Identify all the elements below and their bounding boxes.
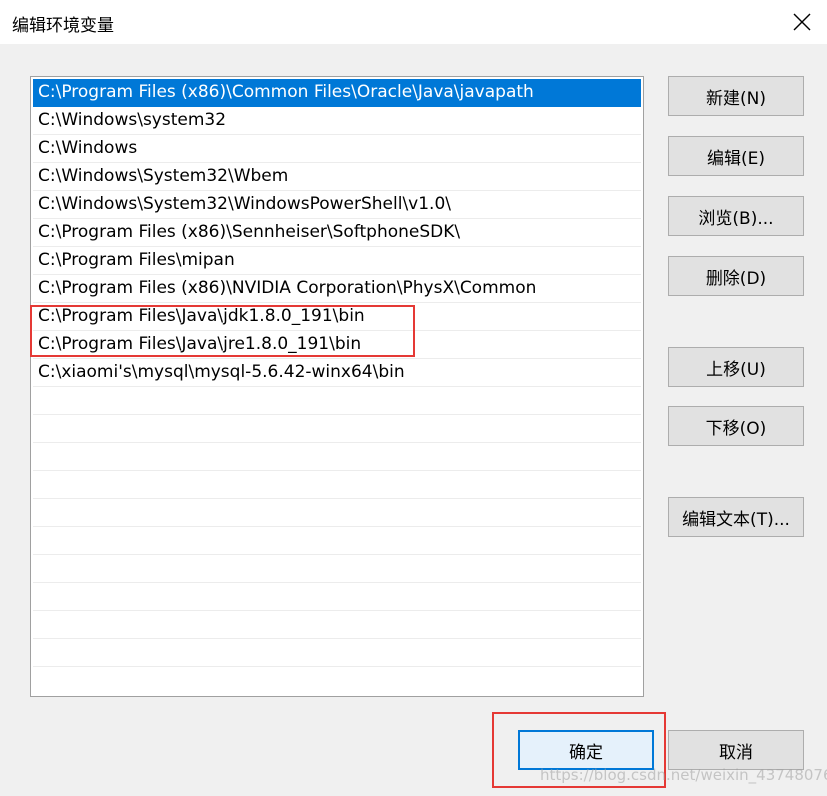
list-item[interactable]: C:\Program Files (x86)\Common Files\Orac… <box>33 79 641 107</box>
close-button[interactable] <box>780 2 824 42</box>
title-bar[interactable]: 编辑环境变量 <box>0 0 827 44</box>
cancel-button[interactable]: 取消 <box>668 730 804 770</box>
list-item[interactable]: C:\Program Files\Java\jdk1.8.0_191\bin <box>33 303 641 331</box>
edit-button[interactable]: 编辑(E) <box>668 136 804 176</box>
list-item[interactable]: C:\Windows\system32 <box>33 107 641 135</box>
list-item-empty[interactable] <box>33 415 641 443</box>
list-item-empty[interactable] <box>33 611 641 639</box>
path-listbox[interactable]: C:\Program Files (x86)\Common Files\Orac… <box>30 76 644 697</box>
list-item-empty[interactable] <box>33 667 641 695</box>
list-item-empty[interactable] <box>33 527 641 555</box>
window-title: 编辑环境变量 <box>12 16 114 36</box>
browse-button[interactable]: 浏览(B)... <box>668 196 804 236</box>
list-item[interactable]: C:\Program Files (x86)\Sennheiser\Softph… <box>33 219 641 247</box>
delete-button[interactable]: 删除(D) <box>668 256 804 296</box>
ok-button[interactable]: 确定 <box>518 730 654 770</box>
list-item[interactable]: C:\Program Files\mipan <box>33 247 641 275</box>
move-up-button[interactable]: 上移(U) <box>668 347 804 387</box>
list-item-empty[interactable] <box>33 583 641 611</box>
list-item[interactable]: C:\Program Files (x86)\NVIDIA Corporatio… <box>33 275 641 303</box>
edit-environment-variable-dialog: 编辑环境变量 C:\Program Files (x86)\Common Fil… <box>0 0 827 796</box>
list-item-empty[interactable] <box>33 555 641 583</box>
close-icon <box>793 13 811 31</box>
list-item[interactable]: C:\Program Files\Java\jre1.8.0_191\bin <box>33 331 641 359</box>
list-item-empty[interactable] <box>33 639 641 667</box>
list-item[interactable]: C:\xiaomi's\mysql\mysql-5.6.42-winx64\bi… <box>33 359 641 387</box>
list-item-empty[interactable] <box>33 387 641 415</box>
new-button[interactable]: 新建(N) <box>668 76 804 116</box>
edit-text-button[interactable]: 编辑文本(T)... <box>668 497 804 537</box>
list-item-empty[interactable] <box>33 471 641 499</box>
list-item[interactable]: C:\Windows <box>33 135 641 163</box>
list-item-empty[interactable] <box>33 499 641 527</box>
move-down-button[interactable]: 下移(O) <box>668 406 804 446</box>
list-item-empty[interactable] <box>33 443 641 471</box>
list-item[interactable]: C:\Windows\System32\Wbem <box>33 163 641 191</box>
list-item[interactable]: C:\Windows\System32\WindowsPowerShell\v1… <box>33 191 641 219</box>
